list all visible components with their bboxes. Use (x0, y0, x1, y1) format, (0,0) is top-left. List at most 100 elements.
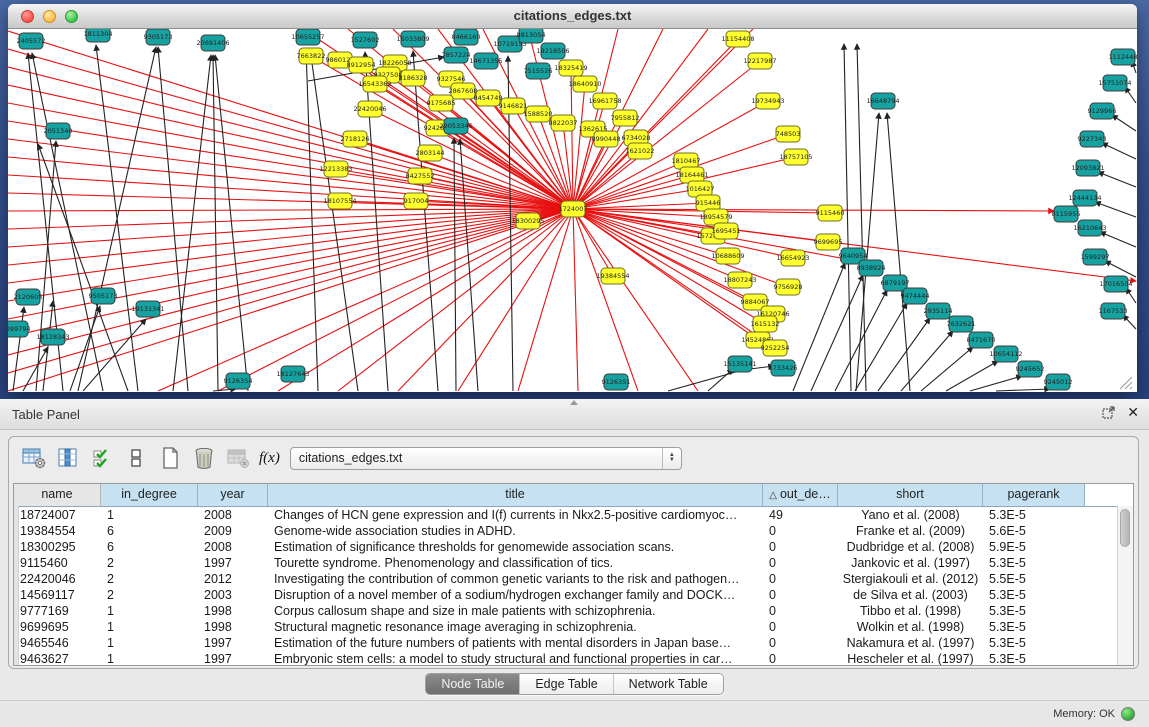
graph-node[interactable]: 7663822 (297, 48, 326, 64)
cell-year[interactable]: 2008 (198, 539, 268, 555)
cell-outde[interactable]: 0 (763, 603, 838, 619)
graph-node[interactable]: 20691406 (196, 35, 229, 51)
cell-name[interactable]: 19384554 (14, 523, 101, 539)
graph-node[interactable]: 16648794 (866, 93, 899, 109)
cell-year[interactable]: 2012 (198, 571, 268, 587)
graph-node[interactable]: 7955812 (611, 110, 640, 126)
cell-title[interactable]: Tourette syndrome. Phenomenology and cla… (268, 555, 763, 571)
cell-name[interactable]: 9699695 (14, 619, 101, 635)
network-window-titlebar[interactable]: citations_edges.txt (8, 4, 1137, 29)
graph-node[interactable]: 11154408 (721, 31, 754, 47)
cell-indegree[interactable]: 1 (101, 651, 198, 666)
column-header-year[interactable]: year (198, 484, 268, 506)
graph-node[interactable]: 9126351 (602, 374, 631, 390)
column-header-outde[interactable]: △out_de… (763, 484, 838, 506)
graph-node[interactable]: 16961758 (588, 93, 621, 109)
graph-node[interactable]: 18757105 (779, 149, 812, 165)
table-vertical-scrollbar[interactable] (1117, 506, 1133, 665)
graph-node[interactable]: 9126354 (224, 373, 253, 389)
graph-node[interactable]: 18107554 (323, 193, 356, 209)
graph-node[interactable]: 8938924 (857, 260, 886, 276)
graph-node[interactable]: 9129966 (1088, 103, 1117, 119)
cell-year[interactable]: 2009 (198, 523, 268, 539)
cell-pagerank[interactable]: 5.3E-5 (983, 555, 1085, 571)
cell-title[interactable]: Genome-wide association studies in ADHD. (268, 523, 763, 539)
graph-node[interactable]: 2405572 (17, 33, 46, 49)
cell-short[interactable]: Hescheler et al. (1997) (838, 651, 983, 666)
graph-node[interactable]: 19384554 (596, 268, 629, 284)
cell-name[interactable]: 9115460 (14, 555, 101, 571)
cell-name[interactable]: 18300295 (14, 539, 101, 555)
graph-node[interactable]: 1621022 (626, 143, 655, 159)
graph-node-hub[interactable]: 1724007 (559, 201, 588, 217)
graph-node[interactable]: 22420046 (353, 101, 386, 117)
graph-node[interactable]: 29053346 (439, 118, 472, 134)
cell-year[interactable]: 1997 (198, 555, 268, 571)
network-table-select[interactable]: citations_edges.txt ▲▼ (290, 447, 682, 470)
tab-network-table[interactable]: Network Table (614, 674, 723, 694)
table-panel-header[interactable]: Table Panel ✕ (0, 399, 1149, 430)
cell-name[interactable]: 18724007 (14, 507, 101, 523)
cell-indegree[interactable]: 6 (101, 523, 198, 539)
panel-resize-handle[interactable] (570, 400, 578, 405)
canvas-resize-grip[interactable] (1120, 377, 1132, 389)
graph-node[interactable]: 1811304 (84, 29, 113, 42)
graph-node[interactable]: 9175685 (427, 95, 456, 111)
graph-node[interactable]: 1527602 (351, 32, 380, 48)
cell-pagerank[interactable]: 5.6E-5 (983, 523, 1085, 539)
graph-node[interactable]: 7857224 (442, 47, 471, 63)
column-header-short[interactable]: short (838, 484, 983, 506)
cell-name[interactable]: 14569117 (14, 587, 101, 603)
cell-title[interactable]: Investigating the contribution of common… (268, 571, 763, 587)
graph-node[interactable]: 2051340 (44, 123, 73, 139)
cell-short[interactable]: Franke et al. (2009) (838, 523, 983, 539)
cell-short[interactable]: Tibbo et al. (1998) (838, 603, 983, 619)
cell-pagerank[interactable]: 5.3E-5 (983, 619, 1085, 635)
cell-short[interactable]: Stergiakouli et al. (2012) (838, 571, 983, 587)
graph-node[interactable]: 2803144 (416, 145, 445, 161)
graph-node[interactable]: 9099794 (8, 321, 30, 337)
cell-indegree[interactable]: 1 (101, 507, 198, 523)
graph-node[interactable]: 9115460 (816, 205, 845, 221)
graph-node[interactable]: 7515526 (524, 63, 553, 79)
graph-node[interactable]: 17016504 (1099, 276, 1132, 292)
table-row[interactable]: 946554611997Estimation of the future num… (14, 635, 1133, 651)
graph-node[interactable]: 9245652 (1016, 361, 1045, 377)
citation-network-graph[interactable]: 1724007766382298601238912954182260589327… (8, 29, 1137, 392)
graph-node[interactable]: 8466160 (452, 29, 481, 45)
cell-name[interactable]: 9463627 (14, 651, 101, 666)
cell-indegree[interactable]: 2 (101, 587, 198, 603)
cell-pagerank[interactable]: 5.3E-5 (983, 635, 1085, 651)
tab-node-table[interactable]: Node Table (426, 674, 520, 694)
cell-short[interactable]: Yano et al. (2008) (838, 507, 983, 523)
graph-node[interactable]: 748503 (776, 126, 801, 142)
cell-year[interactable]: 1998 (198, 603, 268, 619)
graph-node[interactable]: 15751074 (1098, 75, 1131, 91)
cell-title[interactable]: Corpus callosum shape and size in male p… (268, 603, 763, 619)
column-header-name[interactable]: name (14, 484, 101, 506)
cell-outde[interactable]: 0 (763, 619, 838, 635)
cell-title[interactable]: Disruption of a novel member of a sodium… (268, 587, 763, 603)
graph-node[interactable]: 18300295 (511, 213, 544, 229)
graph-node[interactable]: 2718126 (341, 131, 370, 147)
cell-outde[interactable]: 0 (763, 523, 838, 539)
graph-node[interactable]: 8990448 (592, 131, 621, 147)
graph-node[interactable]: 16654923 (776, 250, 809, 266)
table-row[interactable]: 946362711997Embryonic stem cells: a mode… (14, 651, 1133, 666)
cell-year[interactable]: 2008 (198, 507, 268, 523)
graph-node[interactable]: 917004 (404, 193, 429, 209)
graph-node[interactable]: 8822037 (549, 115, 578, 131)
cell-title[interactable]: Changes of HCN gene expression and I(f) … (268, 507, 763, 523)
cell-pagerank[interactable]: 5.9E-5 (983, 539, 1085, 555)
table-settings-button[interactable] (21, 445, 47, 471)
graph-node[interactable]: 19218506 (536, 43, 569, 59)
cell-year[interactable]: 2003 (198, 587, 268, 603)
cell-indegree[interactable]: 2 (101, 571, 198, 587)
graph-node[interactable]: 9756928 (774, 279, 803, 295)
graph-node[interactable]: 18128343 (36, 329, 69, 345)
graph-node[interactable]: 9252254 (761, 340, 790, 356)
graph-node[interactable]: 1112448 (1109, 49, 1137, 65)
cell-indegree[interactable]: 1 (101, 635, 198, 651)
cell-title[interactable]: Estimation of significance thresholds fo… (268, 539, 763, 555)
graph-node[interactable]: 2935114 (924, 303, 953, 319)
